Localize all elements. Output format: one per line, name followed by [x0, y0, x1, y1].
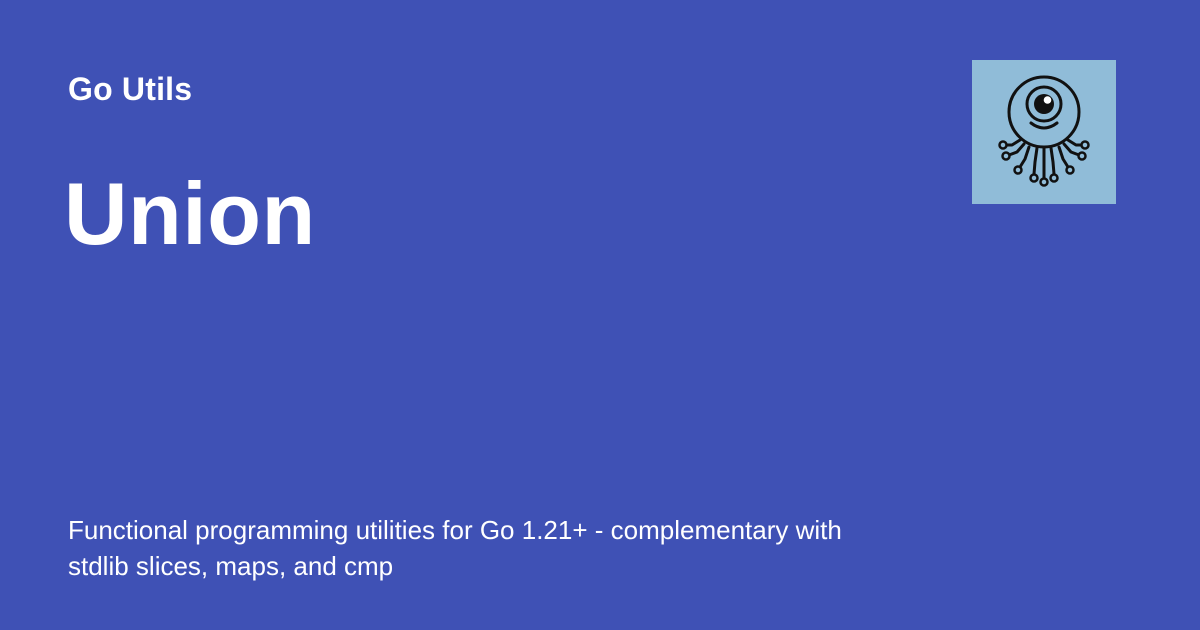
- logo: [972, 60, 1116, 204]
- cyclops-octopus-circuit-icon: [998, 75, 1090, 187]
- page-title: Union: [64, 164, 316, 263]
- site-name: Go Utils: [68, 71, 193, 107]
- page-description: Functional programming utilities for Go …: [68, 515, 842, 581]
